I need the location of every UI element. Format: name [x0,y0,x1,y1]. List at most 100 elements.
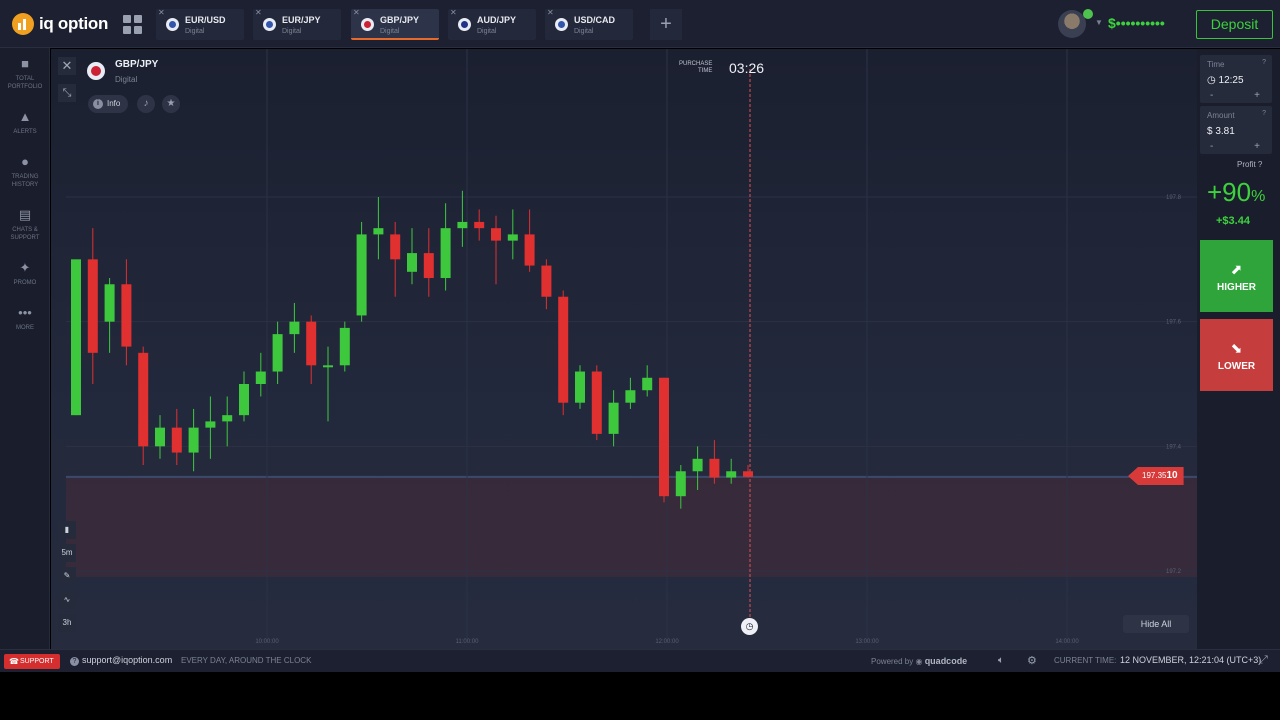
candle-body [541,265,552,297]
sidebar-item-label: MORE [16,325,34,331]
candle-body [642,377,653,391]
star-icon[interactable]: ★ [162,95,180,113]
amount-label: Amount [1207,111,1235,120]
chart-area[interactable]: 10:00:00 11:00:00 12:00:00 13:00:00 14:00:00… [51,49,1197,649]
hide-all-button[interactable]: Hide All [1123,615,1189,633]
candle-body [356,234,367,316]
support-email-link[interactable]: support@iqoption.com [70,655,172,666]
candle-body [743,471,753,477]
time-value[interactable]: ◷ 12:25 [1207,75,1244,86]
tab-kind: Digital [185,28,205,35]
flag-icon [263,18,276,31]
current-time-label: CURRENT TIME: [1054,656,1117,665]
timeframe-button[interactable]: 5m [58,544,76,562]
close-icon[interactable]: ✕ [450,8,457,17]
help-icon[interactable]: ? [1262,110,1266,117]
amount-decrease-button[interactable]: - [1210,141,1213,152]
lower-button[interactable]: ⬊ LOWER [1200,319,1273,391]
avatar[interactable] [1058,10,1086,38]
candle-body [323,365,333,368]
sidebar-item-chats-support[interactable]: ▤ CHATS & SUPPORT [0,208,50,242]
sidebar-item-label: CHATS & SUPPORT [10,227,40,241]
asset-tab-eur-jpy[interactable]: ✕ EUR/JPY Digital [253,8,341,40]
briefcase-icon: ■ [21,56,29,71]
x-tick-label: 11:00:00 [456,639,480,645]
higher-button[interactable]: ⬈ HIGHER [1200,240,1273,312]
bottom-bar: SUPPORT support@iqoption.com EVERY DAY, … [0,649,1280,672]
powered-by: Powered by ◉ quadcode [871,656,968,666]
sidebar-item-total-portfolio[interactable]: ■ TOTAL PORTFOLIO [0,56,50,91]
expand-icon[interactable]: ⤡ [58,84,76,102]
amount-increase-button[interactable]: + [1254,141,1260,152]
candle-body [121,284,132,347]
indicators-icon[interactable]: ∿ [58,591,76,609]
tab-pair: USD/CAD [574,15,616,25]
close-icon[interactable]: ✕ [353,8,360,17]
time-field[interactable]: Time ? ◷ 12:25 - + [1200,55,1272,103]
period-button[interactable]: 3h [58,614,76,632]
sidebar-item-alerts[interactable]: ▲ ALERTS [0,109,50,136]
close-icon[interactable]: ✕ [547,8,554,17]
y-tick-label: 197.2 [1166,569,1182,575]
x-tick-label: 13:00:00 [855,639,879,645]
x-tick-label: 12:00:00 [655,639,679,645]
asset-tab-aud-jpy[interactable]: ✕ AUD/JPY Digital [448,8,536,40]
deposit-button[interactable]: Deposit [1196,10,1273,39]
higher-label: HIGHER [1217,282,1256,293]
candle-body [524,234,535,266]
sidebar-item-promo[interactable]: ✦ PROMO [0,261,50,287]
balance-selector[interactable]: $•••••••••• [1108,15,1165,31]
alert-bell-icon[interactable]: ♪ [137,95,155,113]
candle-body [407,253,417,272]
fullscreen-icon[interactable]: ⤢ [1259,654,1268,667]
asset-tab-usd-cad[interactable]: ✕ USD/CAD Digital [545,8,633,40]
close-icon[interactable]: ✕ [158,8,165,17]
add-tab-button[interactable]: + [650,9,682,40]
sidebar-item-trading-history[interactable]: ● TRADING HISTORY [0,155,50,189]
candle-body [625,390,636,403]
candlestick-chart[interactable]: 10:00:00 11:00:00 12:00:00 13:00:00 14:00:00… [51,49,1197,649]
close-chart-icon[interactable]: ✕ [58,57,76,75]
candle-body [423,253,434,279]
current-time: 12 NOVEMBER, 12:21:04 (UTC+3) [1120,655,1262,665]
candle-body [255,371,266,384]
asset-tab-eur-usd[interactable]: ✕ EUR/USD Digital [156,8,244,40]
candle-body [87,259,98,353]
bell-icon: ▲ [18,109,32,124]
chevron-down-icon[interactable]: ▼ [1095,18,1103,27]
asset-tab-gbp-jpy[interactable]: ✕ GBP/JPY Digital [351,8,439,40]
timer-icon[interactable]: ◷ [741,618,758,635]
candle-body [239,384,249,416]
tab-pair: EUR/USD [185,15,226,25]
sidebar-item-more[interactable]: ••• MORE [0,305,50,332]
amount-field[interactable]: Amount ? $ 3.81 - + [1200,106,1272,154]
flag-icon [458,18,471,31]
logo-icon [12,13,34,35]
amount-value[interactable]: $ 3.81 [1207,126,1235,137]
support-button[interactable]: SUPPORT [4,654,60,669]
candle-body [272,334,283,372]
candle-body [726,471,737,478]
help-icon[interactable]: ? [1262,59,1266,66]
candle-body [138,352,149,447]
time-decrease-button[interactable]: - [1210,90,1213,101]
x-tick-label: 10:00:00 [255,639,279,645]
dots-icon: ••• [18,305,32,320]
profit-amount: +$3.44 [1216,215,1250,227]
candle-body [507,234,518,241]
time-increase-button[interactable]: + [1254,90,1260,101]
sidebar-item-label: PROMO [13,280,37,286]
apps-grid-icon[interactable] [118,10,146,38]
close-icon[interactable]: ✕ [255,8,262,17]
info-button[interactable]: Info [88,95,128,113]
draw-tool-icon[interactable]: ✎ [58,567,76,585]
candle-body [205,421,216,428]
sound-icon[interactable]: 🔈︎ [998,655,1004,666]
candle-body [171,427,182,453]
gear-icon[interactable]: ⚙ [1027,654,1037,667]
asset-pair: GBP/JPY [115,59,159,70]
chart-type-icon[interactable]: ▮ [58,521,76,539]
candle-body [373,228,384,235]
candle-body [709,458,720,478]
logo[interactable]: iq option [12,13,108,35]
